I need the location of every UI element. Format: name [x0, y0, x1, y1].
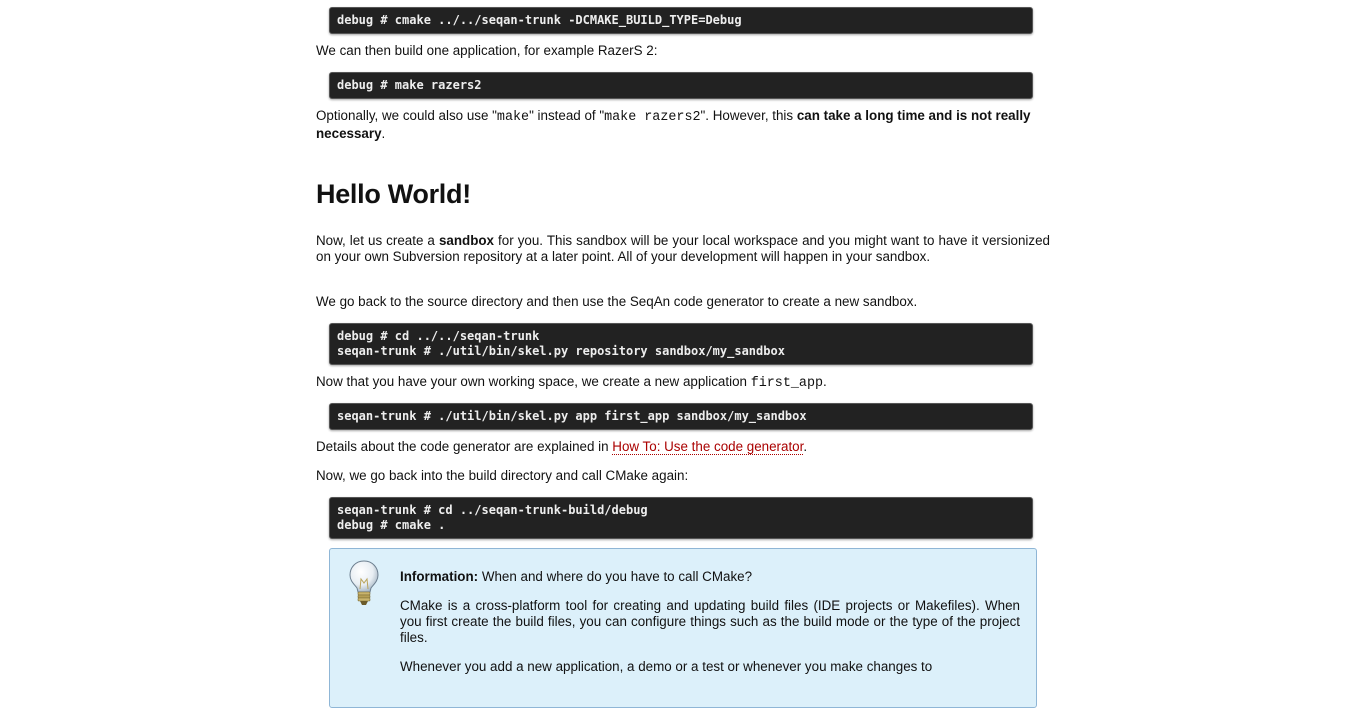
info-paragraph: Whenever you add a new application, a de…: [400, 659, 933, 674]
paragraph-sandbox: Now, let us create a sandbox for you. Th…: [316, 233, 1050, 265]
bold-text: sandbox: [438, 233, 494, 248]
inline-code: make razers2: [604, 110, 701, 125]
paragraph-text: " instead of ": [529, 108, 605, 123]
code-block-cd-and-skel: debug # cd ../../seqan-trunk seqan-trunk…: [329, 323, 1033, 365]
code-block-make-razers2: debug # make razers2: [329, 72, 1033, 99]
paragraph-text: Details about the code generator are exp…: [316, 439, 613, 454]
paragraph-build-one: We can then build one application, for e…: [316, 43, 658, 58]
info-question: When and where do you have to call CMake…: [478, 569, 753, 584]
paragraph-go-back: We go back to the source directory and t…: [316, 294, 918, 309]
code-block-cmake-debug: debug # cmake ../../seqan-trunk -DCMAKE_…: [329, 7, 1033, 34]
info-paragraph: CMake is a cross-platform tool for creat…: [400, 598, 1020, 645]
paragraph-text: ". However, this: [700, 108, 797, 123]
paragraph-working-space: Now that you have your own working space…: [316, 374, 1050, 392]
paragraph-build-dir: Now, we go back into the build directory…: [316, 468, 689, 483]
code-generator-link[interactable]: How To: Use the code generator: [612, 439, 804, 455]
paragraph-optionally: Optionally, we could also use "make" ins…: [316, 108, 1050, 142]
paragraph-text: .: [823, 374, 827, 389]
code-block-cd-build-cmake: seqan-trunk # cd ../seqan-trunk-build/de…: [329, 497, 1033, 539]
inline-code: first_app: [750, 376, 824, 391]
paragraph-text: Now, let us create a: [316, 233, 439, 248]
info-title: Information:: [400, 569, 479, 584]
code-block-skel-app: seqan-trunk # ./util/bin/skel.py app fir…: [329, 403, 1033, 430]
info-title-line: Information: When and where do you have …: [400, 569, 1020, 585]
paragraph-text: Now that you have your own working space…: [316, 374, 751, 389]
paragraph-text: .: [381, 126, 386, 141]
inline-code: make: [496, 110, 530, 125]
paragraph-text: Optionally, we could also use ": [316, 108, 497, 123]
section-heading: Hello World!: [316, 179, 471, 209]
paragraph-details: Details about the code generator are exp…: [316, 439, 1050, 455]
lightbulb-icon: [348, 559, 380, 607]
paragraph-text: .: [803, 439, 808, 454]
information-box: Information: When and where do you have …: [329, 548, 1037, 708]
